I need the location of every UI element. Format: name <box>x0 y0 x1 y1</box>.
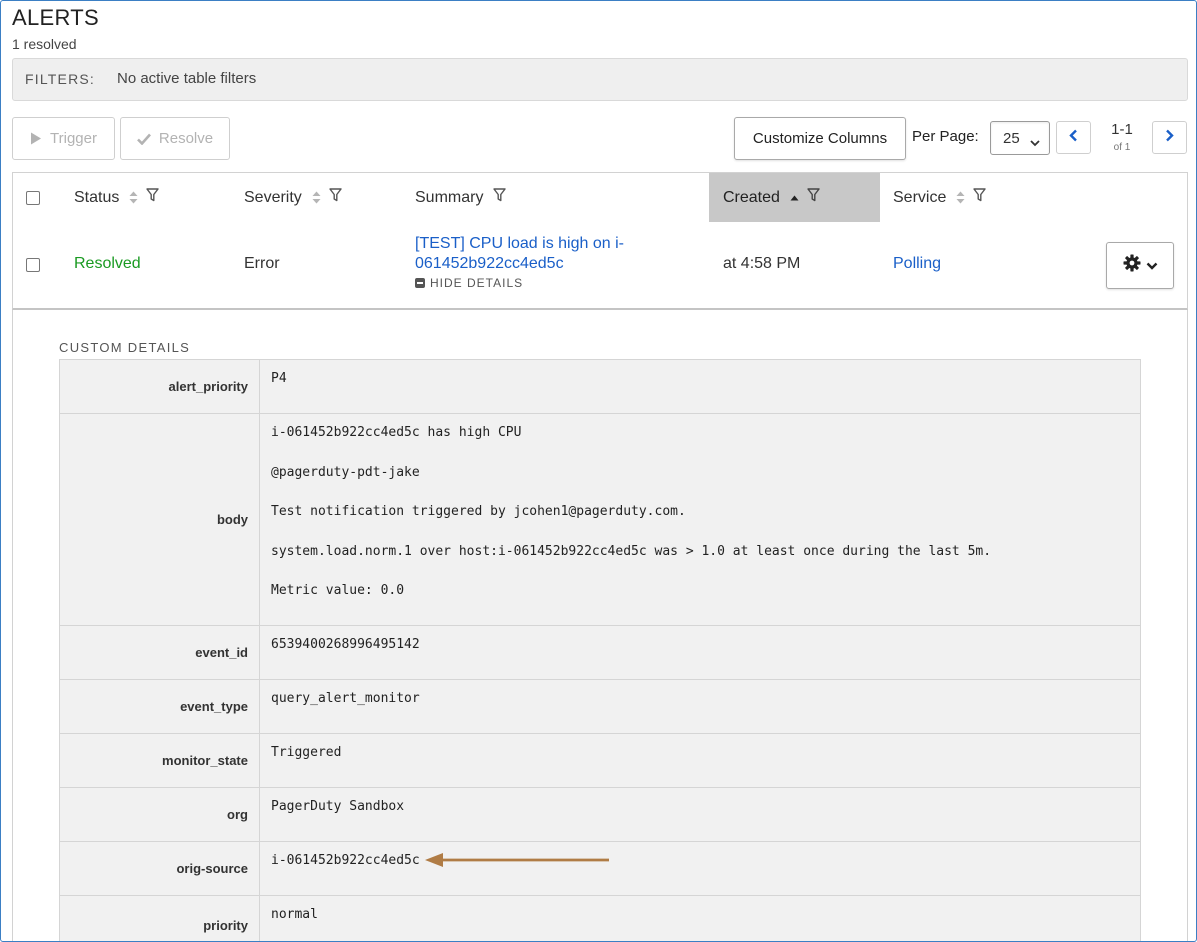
resolved-count: 1 resolved <box>12 36 77 52</box>
alert-summary-link[interactable]: [TEST] CPU load is high on i-061452b922c… <box>415 234 645 274</box>
column-header-service[interactable]: Service <box>880 173 1080 222</box>
row-actions-button[interactable] <box>1106 242 1174 289</box>
filters-label: FILTERS: <box>25 71 96 87</box>
sort-icon[interactable] <box>129 191 138 204</box>
alerts-page: ALERTS 1 resolved FILTERS: No active tab… <box>0 0 1197 942</box>
detail-value: Triggered <box>260 734 1140 787</box>
status-badge: Resolved <box>74 255 141 272</box>
detail-value-text: query_alert_monitor <box>271 691 420 706</box>
row-checkbox[interactable] <box>26 258 40 272</box>
detail-key: priority <box>60 896 260 941</box>
detail-value: P4 <box>260 360 1140 413</box>
resolve-button[interactable]: Resolve <box>120 117 230 160</box>
detail-value: i-061452b922cc4ed5c <box>260 842 1140 895</box>
per-page-value: 25 <box>1003 129 1020 147</box>
customize-columns-button[interactable]: Customize Columns <box>734 117 906 160</box>
detail-value: i-061452b922cc4ed5c has high CPU @pagerd… <box>260 414 1140 625</box>
custom-details-table: alert_priority P4 body i-061452b922cc4ed… <box>59 359 1141 941</box>
gear-icon <box>1123 254 1141 277</box>
created-value: at 4:58 PM <box>723 255 801 272</box>
body-line: Metric value: 0.0 <box>271 583 405 598</box>
detail-value: query_alert_monitor <box>260 680 1140 733</box>
per-page-label: Per Page: <box>912 128 979 145</box>
resolve-button-label: Resolve <box>158 130 214 147</box>
annotation-arrow-icon <box>425 853 609 867</box>
detail-row-org: org PagerDuty Sandbox <box>59 788 1141 842</box>
detail-key: alert_priority <box>60 360 260 413</box>
detail-value: PagerDuty Sandbox <box>260 788 1140 841</box>
column-header-status[interactable]: Status <box>62 173 232 222</box>
column-header-service-label: Service <box>893 188 947 206</box>
detail-key: org <box>60 788 260 841</box>
chevron-down-icon <box>1146 262 1158 270</box>
detail-value-text: PagerDuty Sandbox <box>271 799 405 814</box>
filters-value: No active table filters <box>117 70 257 87</box>
trigger-button-label: Trigger <box>50 130 97 147</box>
page-title: ALERTS <box>12 5 99 30</box>
body-line: i-061452b922cc4ed5c has high CPU <box>271 425 522 440</box>
sort-icon[interactable] <box>956 191 965 204</box>
column-header-summary[interactable]: Summary <box>403 173 709 222</box>
per-page-select[interactable]: 25 <box>990 121 1050 155</box>
page-of: of 1 <box>1113 142 1131 153</box>
filter-icon[interactable] <box>146 188 160 207</box>
chevron-down-icon <box>1030 134 1040 151</box>
detail-row-orig-source: orig-source i-061452b922cc4ed5c <box>59 842 1141 896</box>
filters-bar[interactable]: FILTERS: No active table filters <box>12 58 1188 101</box>
detail-value: normal <box>260 896 1140 941</box>
column-header-created-label: Created <box>723 188 780 206</box>
detail-value-text: P4 <box>271 371 287 386</box>
detail-key: orig-source <box>60 842 260 895</box>
play-icon <box>30 132 42 145</box>
detail-value-text: 6539400268996495142 <box>271 637 420 652</box>
detail-key: monitor_state <box>60 734 260 787</box>
chevron-left-icon <box>1069 129 1078 147</box>
column-header-summary-label: Summary <box>415 188 484 206</box>
select-all-checkbox[interactable] <box>26 191 40 205</box>
sort-ascending-icon[interactable] <box>790 195 799 201</box>
detail-row-body: body i-061452b922cc4ed5c has high CPU @p… <box>59 414 1141 626</box>
detail-row-alert-priority: alert_priority P4 <box>59 360 1141 414</box>
body-line: system.load.norm.1 over host:i-061452b92… <box>271 543 992 559</box>
body-line: Test notification triggered by jcohen1@p… <box>271 504 686 519</box>
detail-row-priority: priority normal <box>59 896 1141 941</box>
custom-details-title: CUSTOM DETAILS <box>59 340 191 355</box>
trigger-button[interactable]: Trigger <box>12 117 115 160</box>
filter-icon[interactable] <box>493 188 507 207</box>
detail-row-event-type: event_type query_alert_monitor <box>59 680 1141 734</box>
hide-details-toggle[interactable]: HIDE DETAILS <box>415 276 523 290</box>
previous-page-button[interactable] <box>1056 121 1091 154</box>
detail-key: event_type <box>60 680 260 733</box>
custom-details-panel: CUSTOM DETAILS alert_priority P4 body i-… <box>12 310 1188 941</box>
minus-icon <box>415 278 425 288</box>
next-page-button[interactable] <box>1152 121 1187 154</box>
detail-key: body <box>60 414 260 625</box>
detail-value-text: i-061452b922cc4ed5c <box>271 853 420 868</box>
column-header-severity-label: Severity <box>244 188 302 206</box>
hide-details-label: HIDE DETAILS <box>430 276 524 290</box>
detail-key: event_id <box>60 626 260 679</box>
column-header-created[interactable]: Created <box>709 173 880 222</box>
body-line: @pagerduty-pdt-jake <box>271 464 420 480</box>
filter-icon[interactable] <box>973 188 987 207</box>
filter-icon[interactable] <box>329 188 342 207</box>
page-range: 1-1 <box>1111 121 1133 138</box>
column-header-status-label: Status <box>74 188 120 206</box>
severity-value: Error <box>244 255 280 272</box>
detail-value-text: Triggered <box>271 745 342 760</box>
detail-value-text: normal <box>271 907 318 922</box>
chevron-right-icon <box>1165 129 1174 147</box>
filter-icon[interactable] <box>807 188 820 207</box>
service-link[interactable]: Polling <box>893 255 941 273</box>
sort-icon[interactable] <box>312 191 321 204</box>
detail-row-monitor-state: monitor_state Triggered <box>59 734 1141 788</box>
detail-value: 6539400268996495142 <box>260 626 1140 679</box>
table-row: Resolved Error [TEST] CPU load is high o… <box>12 222 1188 310</box>
check-icon <box>136 133 151 145</box>
table-header: Status Severity Summary Created Service <box>12 172 1188 223</box>
column-header-severity[interactable]: Severity <box>232 173 403 222</box>
detail-row-event-id: event_id 6539400268996495142 <box>59 626 1141 680</box>
